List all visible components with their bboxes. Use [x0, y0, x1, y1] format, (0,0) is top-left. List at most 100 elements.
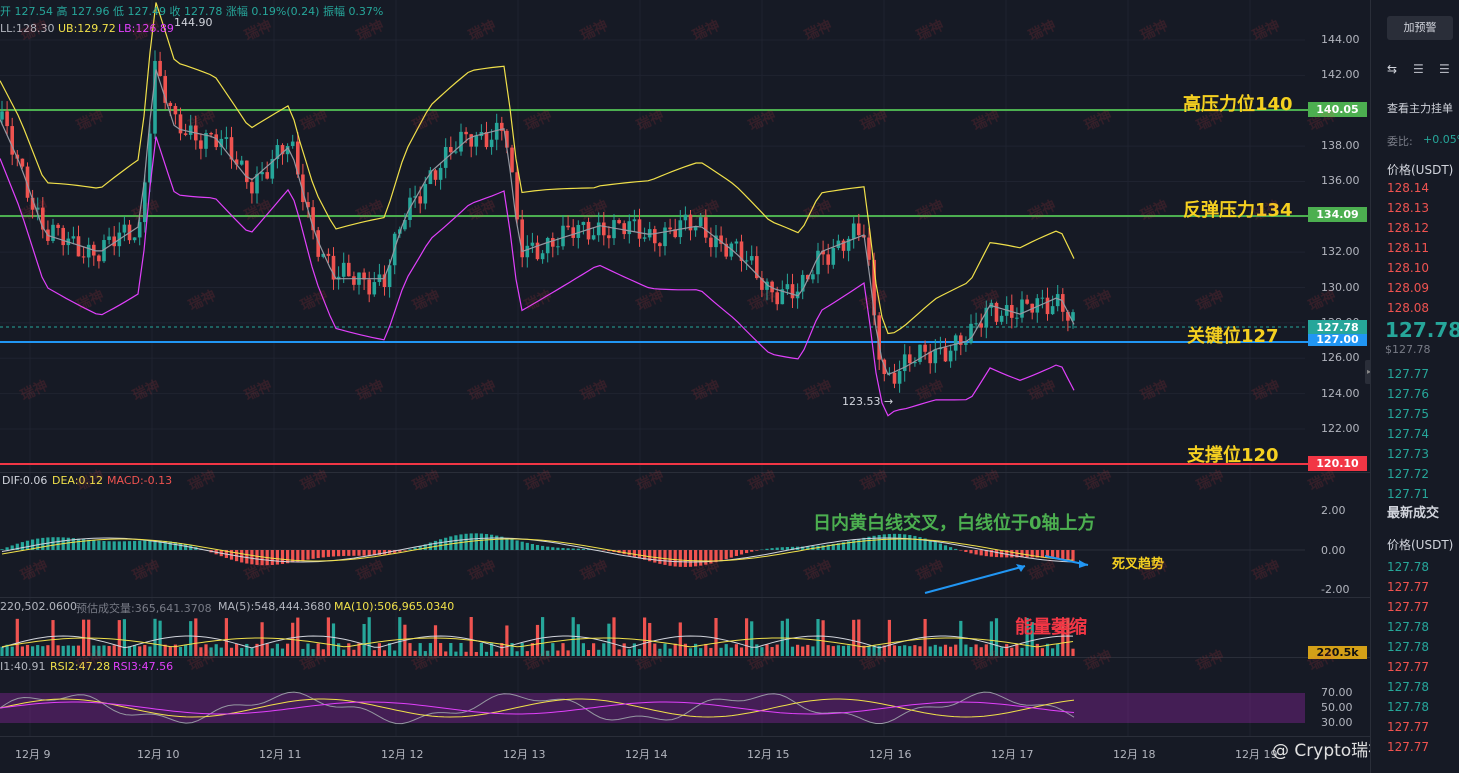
macd-value-legend: MACD:-0.13: [107, 474, 173, 487]
volume-bar: [729, 647, 733, 656]
volume-bar: [408, 643, 412, 656]
volume-bar: [127, 646, 132, 656]
macd-bar: [663, 550, 667, 565]
macd-bar: [20, 542, 24, 550]
candle-body: [857, 223, 861, 236]
volume-bar: [112, 645, 116, 656]
volume-ma5-legend: MA(5):548,444.3680: [218, 600, 332, 613]
candle-body: [5, 111, 9, 127]
candle-body: [464, 131, 468, 135]
candle-body: [561, 225, 565, 247]
volume-bar: [607, 623, 611, 656]
boll-upper-line: [0, 2, 1075, 335]
volume-bar: [520, 643, 524, 656]
time-axis-label: 12月 9: [15, 748, 51, 761]
volume-bar: [20, 646, 24, 656]
trade-price: 127.78: [1387, 640, 1429, 654]
time-axis-label: 12月 12: [381, 748, 424, 761]
price-axis-label: 136.00: [1321, 174, 1360, 188]
candle-body: [790, 284, 795, 299]
price-axis-label: 138.00: [1321, 139, 1360, 153]
macd-bar: [439, 539, 443, 550]
volume-bar: [1040, 648, 1044, 656]
macd-bar: [87, 539, 91, 550]
macd-bar: [673, 550, 677, 567]
candle-body: [510, 147, 514, 173]
candle-body: [168, 102, 173, 106]
volume-bar: [806, 644, 810, 656]
candle-body: [433, 170, 438, 180]
rsi-axis-label: 70.00: [1321, 686, 1353, 699]
volume-bar: [265, 643, 269, 656]
candle-body: [586, 221, 591, 240]
candle-body: [107, 236, 111, 241]
trades-header: 价格(USDT): [1387, 538, 1454, 552]
volume-bar: [933, 644, 937, 656]
candle-body: [1020, 299, 1024, 318]
macd-bar: [530, 544, 534, 550]
volume-bar: [51, 620, 55, 656]
book-bids-icon[interactable]: ☰: [1413, 62, 1429, 76]
volume-bar: [377, 643, 381, 656]
pane-separator[interactable]: [0, 597, 1370, 598]
macd-bar: [632, 550, 636, 557]
candle-body: [438, 167, 443, 180]
macd-bar: [520, 541, 524, 550]
macd-bar: [734, 550, 738, 557]
volume-bar: [184, 644, 188, 656]
volume-bar: [515, 651, 519, 656]
candle-body: [612, 220, 616, 239]
macd-bar: [755, 550, 759, 551]
low-price-label: 123.53 →: [842, 395, 894, 408]
candle-body: [658, 243, 662, 247]
price-axis-label: 126.00: [1321, 351, 1360, 365]
macd-bar: [245, 550, 249, 564]
chart-area[interactable]: 开 127.54 高 127.96 低 127.49 收 127.78 涨幅 0…: [0, 0, 1370, 773]
candle-body: [250, 182, 254, 194]
time-axis-label: 12月 13: [503, 748, 546, 761]
candle-body: [974, 323, 978, 325]
time-axis-label: 12月 14: [625, 748, 668, 761]
candle-body: [591, 235, 596, 240]
volume-bar: [1035, 643, 1039, 656]
macd-bar: [683, 550, 687, 567]
depth-link[interactable]: 查看主力挂单: [1387, 100, 1453, 116]
macd-bar: [938, 543, 942, 550]
candle-body: [545, 238, 550, 254]
candle-body: [423, 184, 428, 204]
candle-body: [484, 132, 489, 148]
time-axis-label: 12月 17: [991, 748, 1034, 761]
volume-bar: [229, 647, 234, 656]
candle-body: [571, 227, 575, 238]
ratio-label: 委比:: [1387, 135, 1413, 148]
macd-bar: [668, 550, 672, 566]
macd-bar: [122, 541, 126, 550]
volume-bar: [566, 650, 570, 656]
candle-body: [540, 253, 545, 260]
macd-bar: [1010, 550, 1014, 558]
book-both-icon[interactable]: ⇆: [1387, 62, 1403, 76]
volume-bar: [362, 623, 366, 656]
volume-bar: [0, 646, 4, 656]
candle-body: [668, 227, 672, 230]
volume-bar: [1005, 644, 1009, 656]
macd-bar: [444, 537, 448, 550]
candle-body: [367, 279, 371, 295]
pane-separator[interactable]: [0, 736, 1370, 737]
volume-bar: [133, 645, 137, 656]
book-asks-icon[interactable]: ☰: [1439, 62, 1455, 76]
annotation-macd-note: 日内黄白线交叉，白线位于0轴上方: [813, 513, 1096, 534]
macd-bar: [97, 540, 101, 550]
volume-bar: [41, 646, 45, 656]
macd-bar: [979, 550, 983, 556]
add-alert-button[interactable]: 加预警: [1387, 16, 1453, 40]
candle-body: [969, 323, 973, 344]
price-tag-127: 127.00: [1308, 334, 1367, 346]
macd-bar: [892, 533, 897, 550]
macd-dif-legend: DIF:0.06: [2, 474, 48, 487]
time-axis-label: 12月 18: [1113, 748, 1156, 761]
macd-bar: [490, 534, 494, 550]
volume-bar: [484, 651, 489, 656]
trade-price: 127.77: [1387, 600, 1429, 614]
volume-bar: [178, 646, 183, 656]
